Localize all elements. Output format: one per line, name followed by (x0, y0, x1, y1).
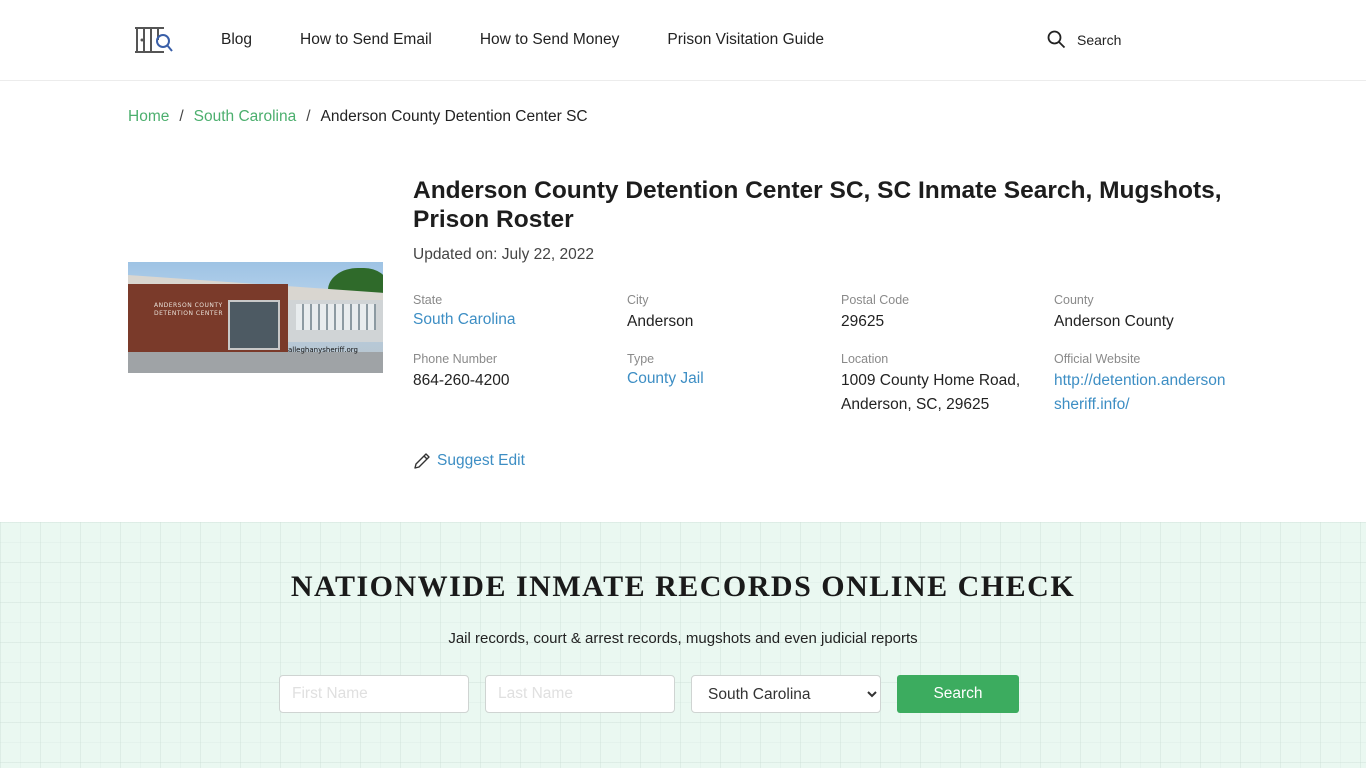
field-value: Anderson (627, 313, 694, 330)
site-header: Blog How to Send Email How to Send Money… (0, 0, 1366, 81)
field-label: State (413, 293, 443, 307)
website-line-1: http://detention.anderson (1054, 372, 1226, 389)
header-search[interactable]: Search (1047, 30, 1121, 49)
photo-parking-lot (128, 352, 383, 373)
state-select[interactable]: South Carolina (691, 675, 881, 713)
field-value: 864-260-4200 (413, 372, 510, 389)
state-link[interactable]: South Carolina (413, 311, 516, 328)
inmate-search-section: NATIONWIDE INMATE RECORDS ONLINE CHECK J… (0, 522, 1366, 768)
breadcrumb-separator: / (306, 108, 311, 125)
field-value: 1009 County Home Road, Anderson, SC, 296… (841, 369, 1041, 417)
breadcrumb-current: Anderson County Detention Center SC (320, 108, 588, 125)
type-link[interactable]: County Jail (627, 370, 704, 387)
breadcrumb-state[interactable]: South Carolina (194, 107, 297, 127)
field-label: Type (627, 352, 655, 366)
main-nav: Blog How to Send Email How to Send Money… (221, 30, 872, 50)
suggest-edit-link[interactable]: Suggest Edit (413, 452, 525, 470)
field-county: County Anderson County (1054, 292, 1254, 334)
official-website-link[interactable]: http://detention.anderson sheriff.info/ (1054, 369, 1254, 417)
header-search-label: Search (1077, 31, 1122, 48)
photo-watermark: alleghanysheriff.org (288, 346, 358, 354)
location-line-1: 1009 County Home Road, (841, 372, 1021, 389)
nav-blog[interactable]: Blog (221, 30, 252, 50)
nav-how-to-send-money[interactable]: How to Send Money (480, 30, 620, 50)
field-label: Location (841, 352, 889, 366)
field-label: Postal Code (841, 293, 910, 307)
nav-prison-visitation-guide[interactable]: Prison Visitation Guide (667, 30, 824, 50)
field-phone: Phone Number 864-260-4200 (413, 351, 613, 393)
field-state: State South Carolina (413, 292, 613, 332)
last-name-input[interactable] (485, 675, 675, 713)
breadcrumb: Home / South Carolina / Anderson County … (128, 107, 588, 127)
field-label: Phone Number (413, 352, 498, 366)
field-type: Type County Jail (627, 351, 827, 391)
breadcrumb-home[interactable]: Home (128, 107, 169, 127)
updated-date: Updated on: July 22, 2022 (413, 246, 594, 263)
suggest-edit-label: Suggest Edit (437, 452, 525, 469)
promo-subheading: Jail records, court & arrest records, mu… (448, 630, 918, 647)
field-label: County (1054, 293, 1094, 307)
photo-sign-text: ANDERSON COUNTY DETENTION CENTER (154, 302, 224, 317)
photo-windows (296, 304, 376, 330)
search-icon (1047, 30, 1066, 49)
location-line-2: Anderson, SC, 29625 (841, 396, 990, 413)
photo-entrance (228, 300, 280, 350)
website-line-2: sheriff.info/ (1054, 396, 1130, 413)
field-value: 29625 (841, 313, 885, 330)
pencil-icon (414, 453, 430, 469)
inmate-search-form: South Carolina Search (279, 675, 1019, 713)
promo-heading: NATIONWIDE INMATE RECORDS ONLINE CHECK (290, 570, 1076, 603)
facility-photo: ANDERSON COUNTY DETENTION CENTER allegha… (128, 262, 383, 373)
first-name-input[interactable] (279, 675, 469, 713)
nav-how-to-send-email[interactable]: How to Send Email (300, 30, 432, 50)
field-postal-code: Postal Code 29625 (841, 292, 1041, 334)
page-title: Anderson County Detention Center SC, SC … (413, 177, 1222, 233)
field-label: City (627, 293, 649, 307)
field-value: Anderson County (1054, 313, 1174, 330)
field-city: City Anderson (627, 292, 827, 334)
search-button[interactable]: Search (897, 675, 1019, 713)
field-label: Official Website (1054, 352, 1141, 366)
field-official-website: Official Website http://detention.anders… (1054, 351, 1254, 417)
breadcrumb-separator: / (179, 108, 184, 125)
field-location: Location 1009 County Home Road, Anderson… (841, 351, 1041, 417)
prison-bars-magnifier-icon (135, 27, 173, 53)
site-logo[interactable] (134, 26, 176, 54)
